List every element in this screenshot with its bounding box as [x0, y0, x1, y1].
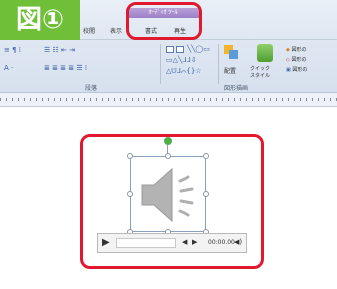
- ruler-tick: [18, 98, 19, 101]
- ruler-tick: [324, 98, 325, 101]
- ruler-tick: [144, 98, 145, 101]
- shape-text-icon[interactable]: [176, 46, 184, 53]
- ruler-tick: [258, 98, 259, 101]
- quick-style-label-1: クイック: [250, 66, 271, 72]
- ruler-tick: [294, 98, 295, 101]
- ruler-tick: [318, 98, 319, 101]
- ruler-tick: [0, 98, 1, 101]
- shape-curves-icon[interactable]: △ᕫᒧ⌒{}☆: [166, 67, 202, 76]
- ruler-tick: [156, 98, 157, 101]
- group-separator: [160, 44, 161, 84]
- ruler-tick: [90, 98, 91, 101]
- bullets-icon[interactable]: ☰ ☷ ⇤ ⇥: [44, 46, 75, 54]
- tab-review[interactable]: 校閲: [83, 26, 95, 35]
- ruler-tick: [162, 98, 163, 101]
- ruler-tick: [282, 98, 283, 101]
- ruler-tick: [48, 98, 49, 101]
- ruler-tick: [246, 98, 247, 101]
- align-icons[interactable]: ≣ ≣ ≣ ≣ ☰ ⁞: [44, 64, 87, 72]
- shape-fill-label[interactable]: ◆ 図形の: [286, 46, 306, 53]
- ruler-tick: [222, 98, 223, 101]
- ruler-tick: [210, 98, 211, 101]
- ruler-tick: [180, 98, 181, 101]
- group-separator-2: [218, 44, 219, 84]
- ruler-tick: [84, 98, 85, 101]
- ruler: [0, 93, 337, 107]
- shape-effect-label[interactable]: ▣ 図形の: [286, 66, 307, 73]
- quick-style-label-2: スタイル: [250, 73, 271, 79]
- shape-fill-text: 図形の: [291, 47, 307, 53]
- ruler-tick: [228, 98, 229, 101]
- ruler-tick: [72, 98, 73, 101]
- ruler-tick: [60, 98, 61, 101]
- ruler-tick: [330, 98, 331, 101]
- ruler-tick: [216, 98, 217, 101]
- ruler-tick: [264, 98, 265, 101]
- ruler-tick: [78, 98, 79, 101]
- ruler-tick: [126, 98, 127, 101]
- shape-outline-label[interactable]: ◇ 図形の: [286, 56, 306, 63]
- ruler-tick: [168, 98, 169, 101]
- ruler-tick: [270, 98, 271, 101]
- format-icons-row1[interactable]: ≡ ¶ ⁞: [4, 46, 21, 54]
- ruler-tick: [276, 98, 277, 101]
- group-label-drawing: 図形描画: [224, 85, 249, 92]
- ruler-tick: [66, 98, 67, 101]
- highlight-audio-box: [80, 134, 264, 269]
- ruler-tick: [150, 98, 151, 101]
- ruler-tick: [240, 98, 241, 101]
- ruler-tick: [114, 98, 115, 101]
- group-label-paragraph: 段落: [85, 85, 98, 92]
- ruler-tick: [306, 98, 307, 101]
- screenshot-root: ｵｰﾃﾞｨｵ ﾂｰﾙ 校閲 表示 書式 再生 ≡ ¶ ⁞ ☰ ☷ ⇤ ⇥ A ·…: [0, 0, 337, 289]
- ruler-tick: [102, 98, 103, 101]
- ruler-tick: [12, 98, 13, 101]
- shape-outline-text: 図形の: [291, 57, 307, 63]
- arrange-icon[interactable]: [224, 45, 238, 59]
- ruler-tick: [252, 98, 253, 101]
- arrange-label: 配置: [224, 68, 237, 75]
- ruler-tick: [204, 98, 205, 101]
- shape-lines-icon[interactable]: ╲╲◯▭: [187, 45, 210, 53]
- ruler-tick: [42, 98, 43, 101]
- ruler-tick: [288, 98, 289, 101]
- text-size-icon[interactable]: A ·: [4, 64, 13, 72]
- ruler-tick: [198, 98, 199, 101]
- ruler-tick: [312, 98, 313, 101]
- ruler-tick: [54, 98, 55, 101]
- highlight-tabs-box: [126, 2, 202, 40]
- ruler-tick: [24, 98, 25, 101]
- tab-view[interactable]: 表示: [110, 26, 122, 35]
- shape-rect-icon[interactable]: [166, 46, 174, 53]
- shape-effect-text: 図形の: [292, 67, 308, 73]
- ruler-tick: [6, 98, 7, 101]
- ruler-tick: [138, 98, 139, 101]
- ruler-tick: [132, 98, 133, 101]
- ruler-tick: [108, 98, 109, 101]
- ruler-tick: [36, 98, 37, 101]
- ruler-tick: [192, 98, 193, 101]
- ruler-tick: [96, 98, 97, 101]
- figure-badge: 図①: [0, 0, 80, 40]
- ruler-tick: [186, 98, 187, 101]
- quick-style-icon[interactable]: [257, 44, 273, 62]
- ruler-tick: [300, 98, 301, 101]
- ruler-tick: [174, 98, 175, 101]
- ruler-tick: [234, 98, 235, 101]
- ruler-tick: [120, 98, 121, 101]
- ruler-tick: [30, 98, 31, 101]
- shape-triangles-icon[interactable]: ▭△╲ᒧᒧ⇩: [166, 56, 197, 64]
